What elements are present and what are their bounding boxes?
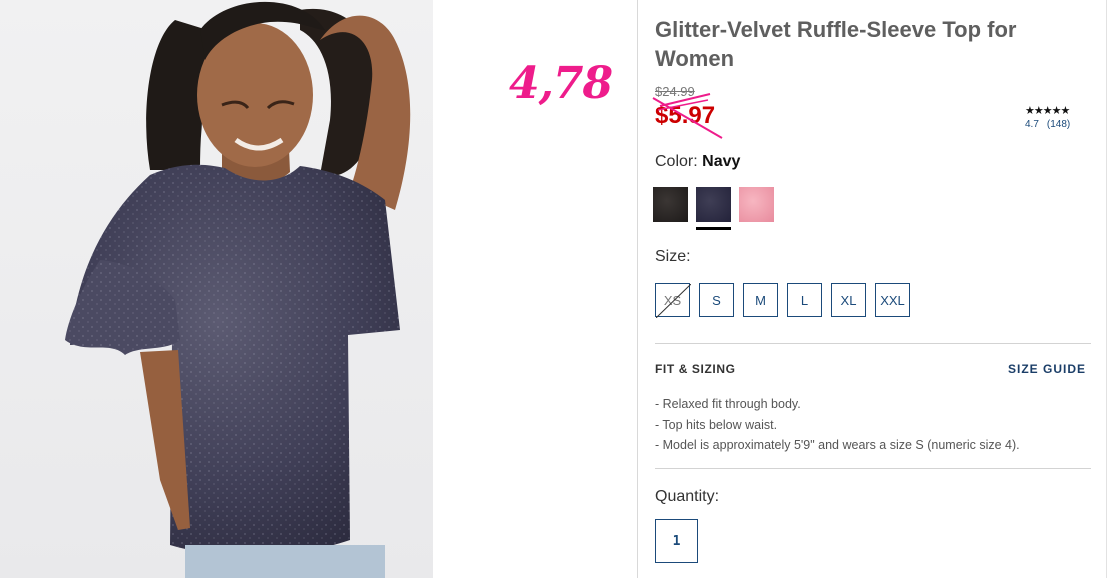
divider	[655, 468, 1091, 469]
color-swatches	[653, 187, 782, 230]
product-image	[0, 0, 433, 578]
swatch-pink[interactable]	[739, 187, 774, 222]
review-count[interactable]: (148)	[1047, 119, 1070, 130]
list-item: Top hits below waist.	[655, 415, 1020, 436]
selected-color: Navy	[702, 153, 741, 170]
price-scribble-mark	[652, 93, 723, 139]
rating-summary[interactable]: ★★★★★ 4.7 (148)	[1025, 104, 1070, 130]
swatch-black[interactable]	[653, 187, 688, 222]
fit-sizing-heading: FIT & SIZING	[655, 362, 736, 376]
size-button-xl[interactable]: XL	[831, 283, 866, 317]
divider	[655, 343, 1091, 344]
color-label: Color: Navy	[655, 153, 741, 170]
rating-value: 4.7	[1025, 119, 1039, 130]
fit-details-list: Relaxed fit through body. Top hits below…	[655, 394, 1020, 456]
swatch-navy[interactable]	[696, 187, 731, 230]
size-button-m[interactable]: M	[743, 283, 778, 317]
product-title: Glitter-Velvet Ruffle-Sleeve Top for Wom…	[655, 17, 1017, 71]
list-item: Relaxed fit through body.	[655, 394, 1020, 415]
size-button-xxl[interactable]: XXL	[875, 283, 910, 317]
size-button-xs[interactable]: XS	[655, 283, 691, 318]
quantity-label: Quantity:	[655, 488, 720, 505]
size-guide-link[interactable]: SIZE GUIDE	[1008, 362, 1086, 376]
rating-stars-icon: ★★★★★	[1025, 105, 1070, 117]
list-item: Model is approximately 5'9" and wears a …	[655, 435, 1020, 456]
product-detail-panel: Glitter-Velvet Ruffle-Sleeve Top for Wom…	[637, 0, 1112, 578]
model-photo-illustration	[65, 1, 411, 578]
size-button-s[interactable]: S	[699, 283, 734, 317]
size-options: XS S M L XL XXL	[655, 283, 919, 318]
quantity-input[interactable]: 1	[655, 519, 698, 563]
size-label: Size:	[655, 248, 691, 265]
size-button-l[interactable]: L	[787, 283, 822, 317]
handwritten-price-note: 4,78	[509, 58, 613, 109]
panel-edge-rule	[1106, 0, 1107, 578]
unavailable-slash-icon	[656, 284, 691, 318]
